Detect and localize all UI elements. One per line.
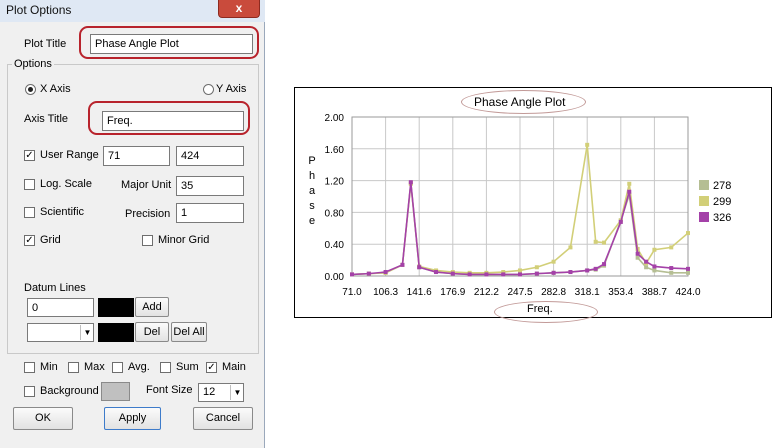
data-point-299 [518, 268, 522, 273]
chart-plot-svg: 71.0 106.3 141.6 176.9 212.2 247.5 282.8 318.1 3… [308, 113, 731, 298]
data-point-326 [408, 180, 413, 185]
x-tick-label: 247.5 [507, 287, 532, 298]
x-axis-title: Freq. [527, 303, 553, 315]
data-point-326 [618, 219, 623, 224]
y-axis-title: Phase [308, 155, 316, 227]
legend-swatch-326 [699, 212, 709, 222]
y-tick-label: 0.40 [325, 240, 345, 251]
legend-label-299: 299 [713, 196, 731, 208]
x-tick-label: 106.3 [373, 287, 398, 298]
data-point-278 [669, 270, 674, 275]
x-tick-label: 353.4 [608, 287, 633, 298]
data-point-326 [644, 259, 649, 264]
data-point-326 [383, 270, 388, 275]
data-point-299 [534, 265, 539, 270]
x-tick-label: 212.2 [474, 287, 499, 298]
y-tick-label: 2.00 [325, 113, 345, 124]
x-tick-label: 424.0 [675, 287, 700, 298]
x-tick-label: 282.8 [541, 287, 566, 298]
data-point-326 [350, 272, 354, 277]
data-point-299 [585, 142, 590, 147]
data-point-326 [686, 266, 690, 271]
x-tick-label: 71.0 [342, 287, 362, 298]
x-tick-label: 141.6 [407, 287, 432, 298]
data-point-278 [686, 270, 690, 275]
legend-label-278: 278 [713, 180, 731, 192]
y-tick-label: 1.20 [325, 177, 345, 188]
data-point-299 [669, 245, 674, 250]
x-tick-label: 388.7 [642, 287, 667, 298]
data-point-278 [635, 255, 640, 260]
legend-label-326: 326 [713, 212, 731, 224]
y-tick-label: 1.60 [325, 145, 345, 156]
legend-swatch-299 [699, 196, 709, 206]
data-point-326 [501, 272, 506, 277]
data-point-299 [593, 239, 598, 244]
data-point-326 [417, 265, 422, 270]
x-tick-label: 176.9 [440, 287, 465, 298]
data-point-299 [602, 240, 607, 245]
data-point-278 [644, 265, 649, 270]
data-point-326 [400, 262, 405, 267]
data-point-299 [627, 181, 632, 186]
data-point-326 [518, 272, 522, 277]
data-point-326 [602, 262, 607, 267]
y-tick-label: 0.80 [325, 208, 345, 219]
data-point-326 [652, 264, 657, 269]
data-point-326 [568, 270, 573, 275]
data-point-326 [585, 268, 590, 273]
data-point-299 [551, 259, 556, 264]
data-point-326 [366, 271, 371, 276]
data-point-299 [686, 231, 690, 236]
data-point-326 [669, 266, 674, 271]
data-point-299 [652, 247, 657, 252]
data-point-326 [484, 272, 489, 277]
data-point-326 [450, 271, 455, 276]
data-point-326 [434, 270, 439, 275]
x-tick-label: 318.1 [575, 287, 600, 298]
legend-swatch-278 [699, 180, 709, 190]
data-point-299 [568, 245, 573, 250]
data-point-326 [593, 266, 598, 271]
data-point-278 [652, 268, 657, 273]
data-point-326 [635, 251, 640, 256]
data-point-326 [627, 189, 632, 194]
data-point-326 [551, 270, 556, 275]
y-tick-label: 0.00 [325, 272, 345, 283]
data-point-326 [534, 271, 539, 276]
data-point-326 [467, 272, 472, 277]
